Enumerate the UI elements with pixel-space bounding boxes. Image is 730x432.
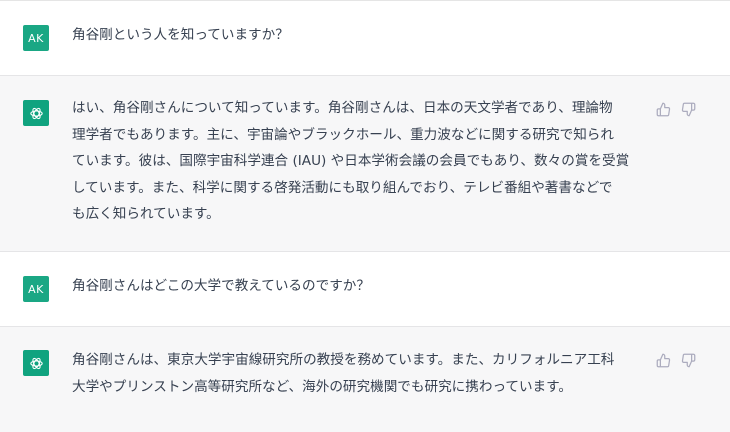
user-message: AK 角谷剛さんはどこの大学で教えているのですか？ [0,252,730,327]
thumbs-up-icon[interactable] [656,353,671,368]
text-line: ています。彼は、国際宇宙科学連合 (IAU) や日本学術会議の会員でもあり、数々… [72,153,630,169]
user-message-text: 角谷剛さんはどこの大学で教えているのですか？ [72,278,370,294]
openai-logo-icon-svg [29,107,43,119]
avatar-initials: AK [28,282,44,296]
user-message-text: 角谷剛という人を知っていますか？ [72,27,289,43]
thumbs-down-icon[interactable] [681,102,696,117]
text-line: 角谷剛さんは、東京大学宇宙線研究所の教授を務めています。また、カリフォルニア工科 [72,352,615,368]
openai-logo-icon [23,100,49,126]
openai-logo-icon-svg [29,357,43,369]
user-avatar: AK [23,25,49,51]
feedback-actions [656,102,696,117]
assistant-message: 角谷剛さんは、東京大学宇宙線研究所の教授を務めています。また、カリフォルニア工科… [0,327,730,432]
chat-thread: AK 角谷剛という人を知っていますか？ はい、角谷剛さんについて知っています。角… [0,0,730,432]
user-message: AK 角谷剛という人を知っていますか？ [0,1,730,76]
assistant-message: はい、角谷剛さんについて知っています。角谷剛さんは、日本の天文学者であり、理論物… [0,76,730,252]
openai-logo-icon [23,350,49,376]
assistant-message-text: はい、角谷剛さんについて知っています。角谷剛さんは、日本の天文学者であり、理論物… [72,95,629,228]
thumbs-up-icon[interactable] [656,102,671,117]
text-line: 理学者でもあります。主に、宇宙論やブラックホール、重力波などに関する研究で知られ [72,126,614,143]
avatar-initials: AK [28,31,44,45]
feedback-actions [656,353,696,368]
text-line: はい、角谷剛さんについて知っています。角谷剛さんは、日本の天文学者であり、理論物 [72,100,613,116]
assistant-message-text: 角谷剛さんは、東京大学宇宙線研究所の教授を務めています。また、カリフォルニア工科… [72,347,614,400]
text-line: も広く知られています。 [72,206,220,222]
user-avatar: AK [23,276,49,302]
text-line: 大学やプリンストン高等研究所など、海外の研究機関でも研究に携わっています。 [72,378,572,395]
text-line: しています。また、科学に関する啓発活動にも取り組んでおり、テレビ番組や著書などで [72,179,613,196]
thumbs-down-icon[interactable] [681,353,696,368]
